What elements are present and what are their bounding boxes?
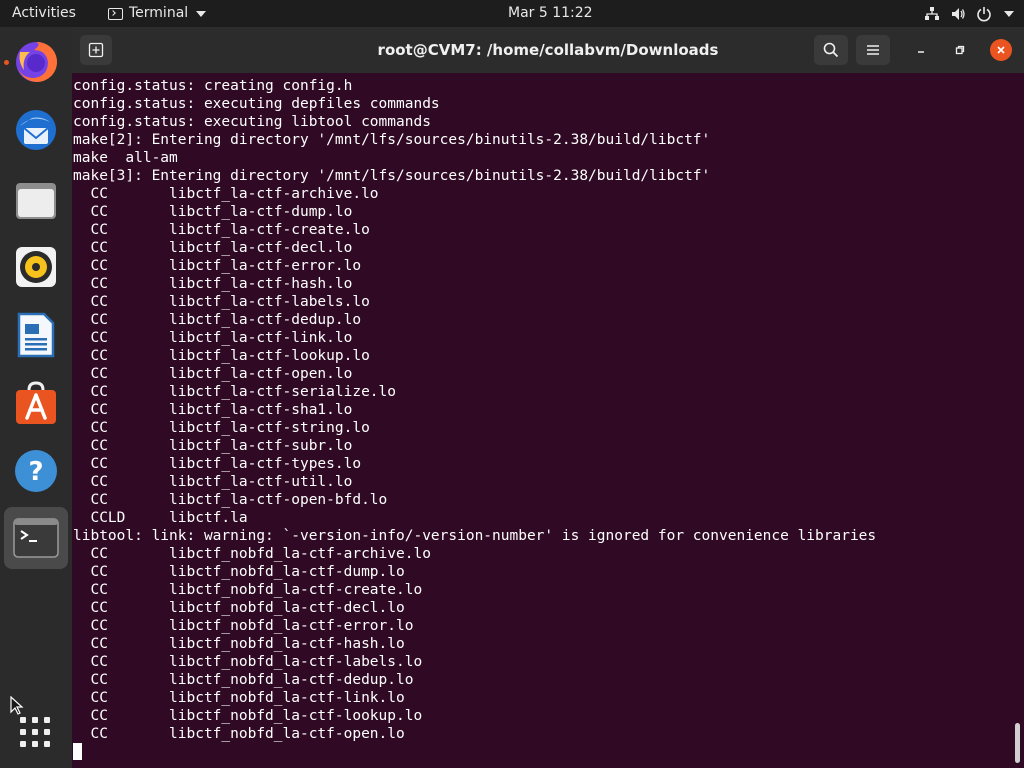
terminal-line: CC libctf_la-ctf-types.lo [73,456,362,472]
rhythmbox-icon [16,247,56,287]
terminal-line: make[3]: Entering directory '/mnt/lfs/so… [73,168,711,184]
terminal-line: CC libctf_la-ctf-util.lo [73,474,353,490]
files-icon [16,183,56,219]
mouse-pointer-icon [10,696,24,715]
text-cursor [73,743,82,760]
scrollbar-thumb[interactable] [1015,723,1020,763]
close-icon [997,46,1005,54]
system-tray[interactable] [924,0,1014,27]
terminal-line: CC libctf_la-ctf-create.lo [73,222,370,238]
terminal-line: CC libctf_nobfd_la-ctf-lookup.lo [73,708,423,724]
search-icon [823,42,839,58]
terminal-line: CC libctf_la-ctf-decl.lo [73,240,353,256]
terminal-line: CC libctf_la-ctf-dedup.lo [73,312,362,328]
terminal-line: CCLD libctf.la [73,510,248,526]
terminal-line: config.status: creating config.h [73,78,353,94]
show-applications-button[interactable] [20,717,52,749]
firefox-icon [16,41,58,82]
ubuntu-software-icon [16,381,56,424]
dock-item-writer[interactable] [8,307,64,363]
dock: ? [0,27,72,768]
terminal-line: CC libctf_la-ctf-labels.lo [73,294,370,310]
app-menu-label: Terminal [129,5,189,21]
dock-item-help[interactable]: ? [8,443,64,499]
terminal-line: CC libctf_la-ctf-hash.lo [73,276,353,292]
close-button[interactable] [990,39,1012,61]
terminal-line: CC libctf_nobfd_la-ctf-archive.lo [73,546,431,562]
clock[interactable]: Mar 5 11:22 [508,0,593,27]
terminal-icon [13,518,59,558]
app-menu[interactable]: Terminal [108,0,207,27]
thunderbird-icon [16,110,56,150]
dock-item-terminal[interactable] [4,507,68,569]
minimize-icon [918,51,924,53]
terminal-line: make all-am [73,150,178,166]
dock-item-files[interactable] [8,172,64,228]
terminal-line: CC libctf_la-ctf-error.lo [73,258,362,274]
volume-icon [952,7,965,20]
dock-item-rhythmbox[interactable] [8,239,64,295]
terminal-line: CC libctf_nobfd_la-ctf-decl.lo [73,600,405,616]
terminal-line: CC libctf_nobfd_la-ctf-dump.lo [73,564,405,580]
activities-button[interactable]: Activities [12,0,76,27]
terminal-line: CC libctf_la-ctf-link.lo [73,330,353,346]
terminal-line: CC libctf_nobfd_la-ctf-link.lo [73,690,405,706]
terminal-line: config.status: executing libtool command… [73,114,431,130]
terminal-line: libtool: link: warning: `-version-info/-… [73,528,877,544]
terminal-output[interactable]: config.status: creating config.h config.… [72,73,1012,768]
maximize-button[interactable] [949,39,971,61]
terminal-line: CC libctf_la-ctf-archive.lo [73,186,379,202]
terminal-line: CC libctf_la-ctf-dump.lo [73,204,353,220]
help-icon: ? [15,450,57,492]
power-icon [977,6,991,21]
terminal-line: CC libctf_la-ctf-lookup.lo [73,348,370,364]
terminal-line: CC libctf_la-ctf-sha1.lo [73,402,353,418]
dock-item-firefox[interactable] [8,34,64,90]
top-bar: Activities Terminal Mar 5 11:22 [0,0,1024,27]
terminal-line: CC libctf_la-ctf-open.lo [73,366,353,382]
dock-item-thunderbird[interactable] [8,102,64,158]
restore-icon [955,45,965,55]
terminal-line: CC libctf_nobfd_la-ctf-create.lo [73,582,423,598]
hamburger-icon [867,45,879,55]
header-bar[interactable]: root@CVM7: /home/collabvm/Downloads [72,27,1024,73]
terminal-line: CC libctf_la-ctf-subr.lo [73,438,353,454]
writer-icon [17,312,55,358]
terminal-line: make[2]: Entering directory '/mnt/lfs/so… [73,132,711,148]
terminal-line: CC libctf_la-ctf-open-bfd.lo [73,492,388,508]
minimize-button[interactable] [910,39,932,61]
svg-text:?: ? [28,457,43,487]
network-icon [925,6,939,20]
menu-button[interactable] [856,35,890,65]
dock-item-ubuntu-software[interactable] [8,375,64,431]
terminal-line: CC libctf_nobfd_la-ctf-open.lo [73,726,405,742]
terminal-line: CC libctf_nobfd_la-ctf-labels.lo [73,654,423,670]
terminal-line: CC libctf_nobfd_la-ctf-dedup.lo [73,672,414,688]
caret-down-icon [196,10,207,17]
terminal-line: CC libctf_la-ctf-string.lo [73,420,370,436]
terminal-icon [108,7,123,20]
terminal-line: config.status: executing depfiles comman… [73,96,440,112]
caret-down-icon [1004,10,1014,17]
terminal-window[interactable]: root@CVM7: /home/collabvm/Downloads conf… [72,27,1024,768]
search-button[interactable] [814,35,848,65]
prompt-line[interactable] [73,743,1012,761]
terminal-line: CC libctf_nobfd_la-ctf-hash.lo [73,636,405,652]
terminal-line: CC libctf_nobfd_la-ctf-error.lo [73,618,414,634]
terminal-line: CC libctf_la-ctf-serialize.lo [73,384,397,400]
